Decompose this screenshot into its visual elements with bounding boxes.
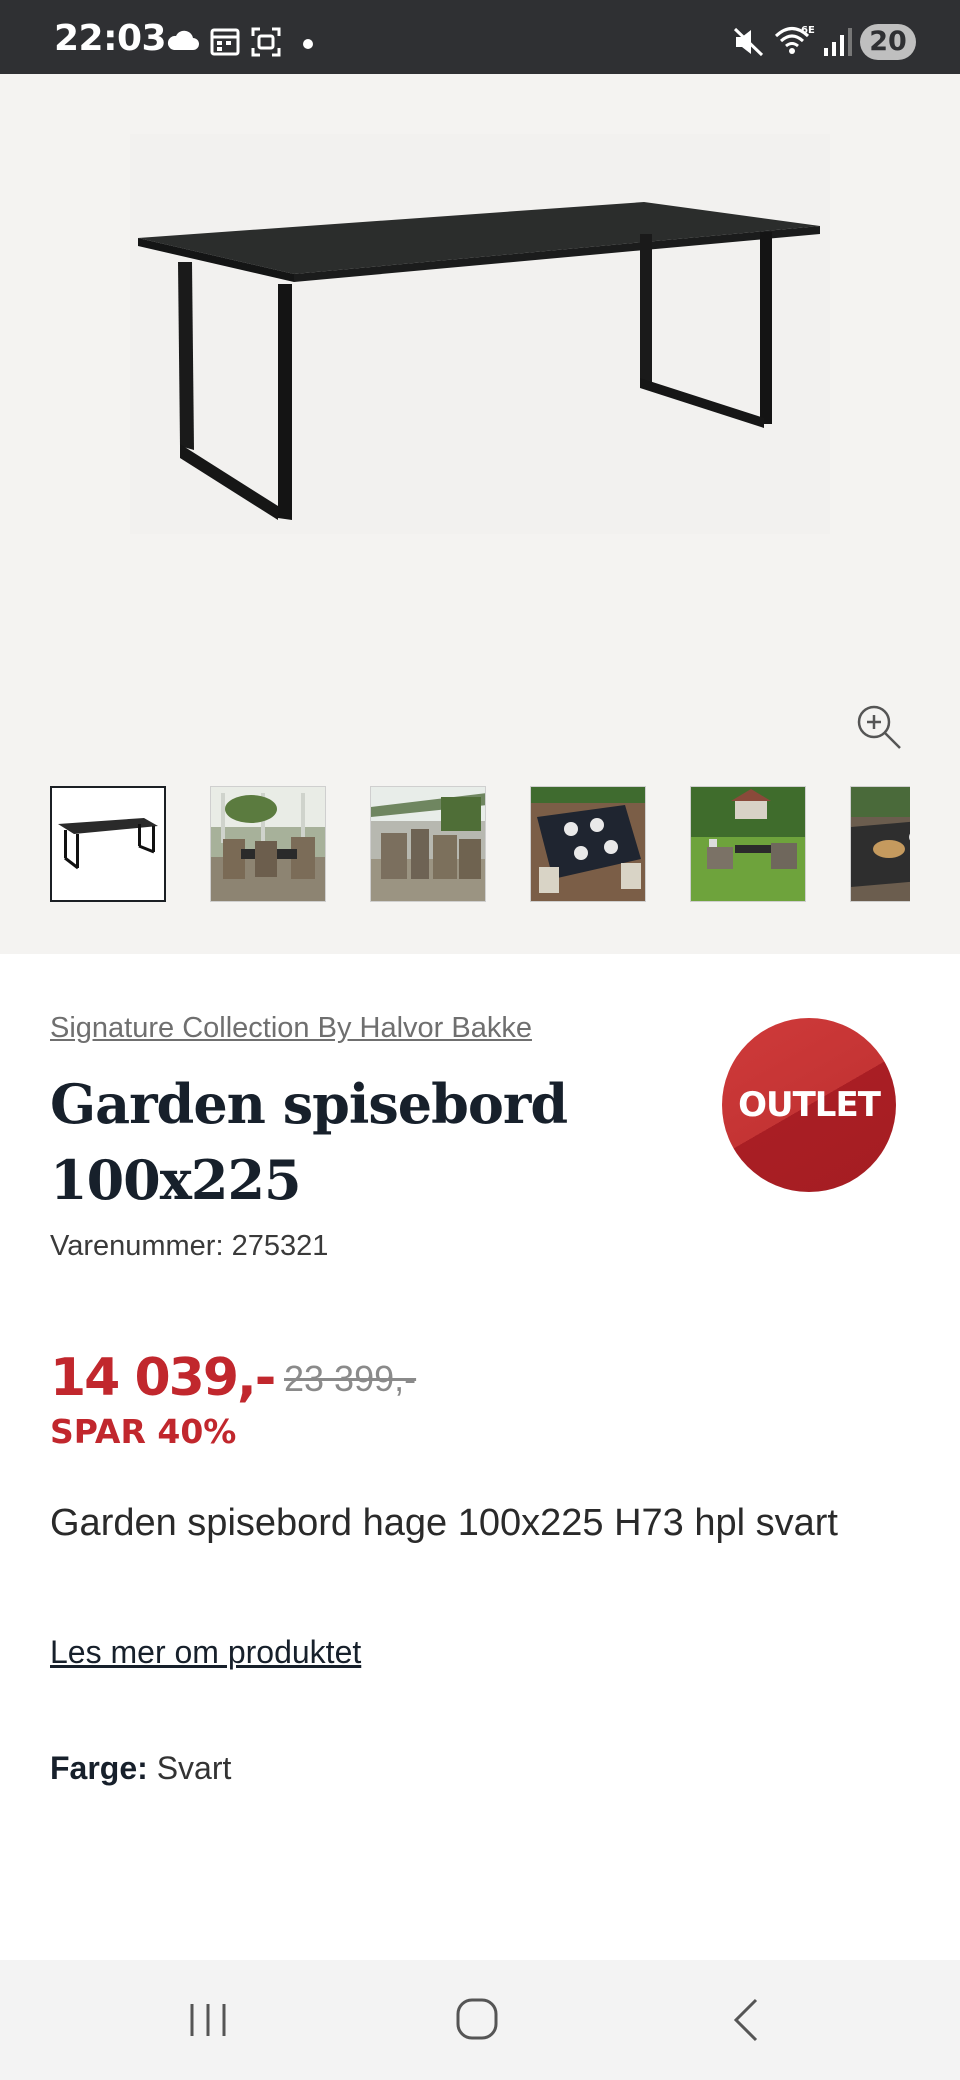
- battery-indicator: 20: [860, 24, 916, 60]
- color-value: Svart: [156, 1750, 232, 1786]
- thumbnail-3[interactable]: [370, 786, 486, 902]
- sale-price: 14 039,-: [50, 1348, 276, 1408]
- garden-dining-set-photo-2: [371, 787, 485, 901]
- zoom-in-icon[interactable]: [852, 700, 908, 756]
- outlet-badge: OUTLET: [722, 1018, 896, 1192]
- home-icon[interactable]: [446, 1992, 506, 2048]
- signal-icon: [824, 28, 852, 56]
- product-sku: Varenummer: 275321: [50, 1230, 329, 1262]
- cloud-icon: [167, 30, 199, 50]
- system-nav-bar: [0, 1960, 960, 2080]
- svg-text:6E: 6E: [801, 25, 815, 36]
- lawn-dining-photo: [691, 787, 805, 901]
- status-time: 22:03: [54, 18, 167, 59]
- dot-icon: [303, 39, 313, 49]
- discount-label: SPAR 40%: [50, 1412, 237, 1451]
- black-dining-table-photo[interactable]: [130, 134, 830, 534]
- brand-link[interactable]: Signature Collection By Halvor Bakke: [50, 1012, 532, 1045]
- thumbnail-2[interactable]: [210, 786, 326, 902]
- recent-apps-icon[interactable]: [178, 1992, 238, 2048]
- calendar-icon: [210, 28, 240, 56]
- thumbnail-5[interactable]: [690, 786, 806, 902]
- mute-icon: [733, 27, 764, 57]
- status-bar: 22:03 6E 20: [0, 0, 960, 74]
- screenshot-icon: [251, 27, 281, 57]
- thumbnail-1[interactable]: [50, 786, 166, 902]
- product-gallery: [0, 74, 960, 954]
- garden-dining-set-photo-1: [211, 787, 325, 901]
- original-price: 23 399,-: [284, 1358, 417, 1399]
- table-setting-top-view-photo: [531, 787, 645, 901]
- product-title: Garden spisebord 100x225: [50, 1072, 568, 1212]
- back-icon[interactable]: [716, 1992, 776, 2048]
- color-selector[interactable]: Farge: Svart: [50, 1750, 231, 1787]
- table-product-shot: [52, 788, 164, 900]
- color-label: Farge:: [50, 1750, 148, 1786]
- thumbnail-strip: [50, 786, 910, 906]
- wifi-6e-icon: 6E: [774, 25, 815, 54]
- product-description: Garden spisebord hage 100x225 H73 hpl sv…: [50, 1502, 838, 1544]
- thumbnail-4[interactable]: [530, 786, 646, 902]
- thumbnail-6[interactable]: [850, 786, 910, 902]
- table-closeup-photo: [851, 787, 910, 901]
- read-more-link[interactable]: Les mer om produktet: [50, 1634, 361, 1671]
